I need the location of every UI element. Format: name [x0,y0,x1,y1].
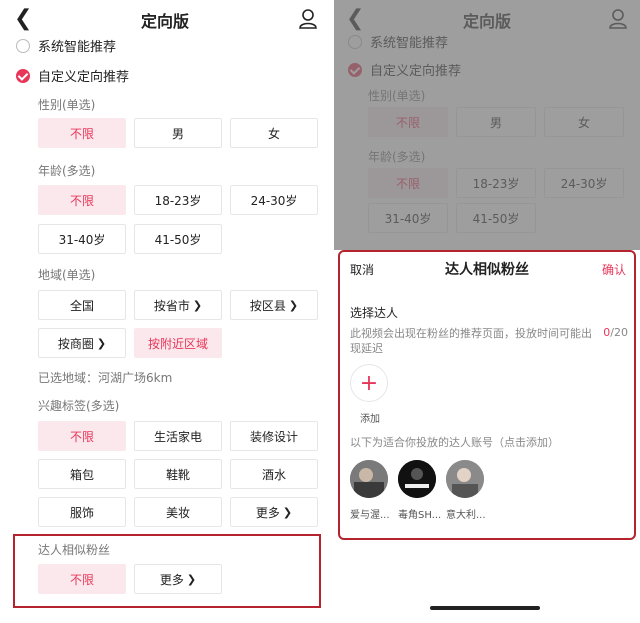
user-icon[interactable] [298,8,318,30]
similar-fans-option-any[interactable]: 不限 [38,564,126,594]
gender-section-label: 性别(单选) [38,98,96,112]
creator-name: 毒角SH... [398,510,442,521]
interest-option-more-label: 更多 [255,505,280,520]
gender-option-male[interactable]: 男 [134,118,222,148]
region-option-district[interactable]: 按区县 ❯ [230,290,318,320]
selected-count: 0/20 [603,326,628,339]
chevron-right-icon: ❯ [282,505,293,519]
custom-recommend-label: 自定义定向推荐 [38,70,130,85]
interest-section-label: 兴趣标签(多选) [38,399,120,413]
age-section-label: 年龄(多选) [38,164,96,178]
confirm-button[interactable]: 确认 [602,261,626,278]
interest-option-clothing[interactable]: 服饰 [38,497,126,527]
top-bar: ❮ 定向版 [0,0,330,38]
interest-option-shoes[interactable]: 鞋靴 [134,459,222,489]
targeting-screen: ❮ 定向版 系统智能推荐 自定义定向推荐 性别(单选) 不限 男 女 年龄(多选… [0,0,330,623]
gender-option-any[interactable]: 不限 [38,118,126,148]
creator-avatar[interactable] [446,460,484,498]
custom-recommend-option[interactable]: 自定义定向推荐 [16,66,129,85]
similar-fans-option-more-label: 更多 [159,572,184,587]
modal-backdrop[interactable] [334,0,640,250]
selected-region-note: 已选地域：河湖广场6km [38,371,173,385]
interest-option-liquor[interactable]: 酒水 [230,459,318,489]
chevron-right-icon: ❯ [192,298,203,312]
suggested-creators-heading: 以下为适合你投放的达人账号（点击添加） [350,436,559,449]
region-option-national[interactable]: 全国 [38,290,126,320]
interest-option-more[interactable]: 更多 ❯ [230,497,318,527]
radio-checked-icon [16,68,30,83]
sheet-description: 此视频会出现在粉丝的推荐页面，投放时间可能出现延迟 [350,327,592,355]
similar-fans-section-label: 达人相似粉丝 [38,543,111,557]
system-recommend-option[interactable]: 系统智能推荐 [16,36,116,55]
interest-option-beauty[interactable]: 美妆 [134,497,222,527]
age-option-31-40[interactable]: 31-40岁 [38,224,126,254]
system-recommend-label: 系统智能推荐 [38,40,117,55]
age-option-41-50[interactable]: 41-50岁 [134,224,222,254]
selected-count-max: /20 [610,326,628,339]
region-section-label: 地域(单选) [38,268,96,282]
age-option-18-23[interactable]: 18-23岁 [134,185,222,215]
age-option-any[interactable]: 不限 [38,185,126,215]
interest-option-any[interactable]: 不限 [38,421,126,451]
home-indicator [430,606,540,610]
region-option-business-label: 按商圈 [57,336,94,351]
interest-option-appliances[interactable]: 生活家电 [134,421,222,451]
region-option-nearby[interactable]: 按附近区域 [134,328,222,358]
sheet-title: 达人相似粉丝 [445,262,529,278]
chevron-right-icon: ❯ [96,336,107,350]
page-title: 定向版 [140,12,189,31]
creator-avatar-image [446,460,484,498]
region-option-province-label: 按省市 [153,298,190,313]
similar-fans-option-more[interactable]: 更多 ❯ [134,564,222,594]
interest-option-bags[interactable]: 箱包 [38,459,126,489]
region-option-province[interactable]: 按省市 ❯ [134,290,222,320]
select-creator-heading: 选择达人 [350,306,399,320]
creator-avatar-image [398,460,436,498]
add-creator-button[interactable]: + [350,364,388,402]
age-option-24-30[interactable]: 24-30岁 [230,185,318,215]
gender-option-female[interactable]: 女 [230,118,318,148]
region-option-business[interactable]: 按商圈 ❯ [38,328,126,358]
creator-name: 爱与渥... [350,510,390,521]
creator-name: 意大利... [446,510,486,521]
interest-option-decoration[interactable]: 装修设计 [230,421,318,451]
creator-avatar[interactable] [350,460,388,498]
chevron-right-icon: ❯ [186,572,197,586]
creator-avatar-image [350,460,388,498]
radio-unchecked-icon [16,38,30,53]
plus-icon: + [359,370,379,396]
creator-avatar[interactable] [398,460,436,498]
region-option-district-label: 按区县 [249,298,286,313]
add-creator-label: 添加 [360,414,380,425]
similar-fans-screen: ❮ 定向版 系统智能推荐 自定义定向推荐 性别(单选) 不限 男 女 年龄(多选… [334,0,640,623]
similar-fans-sheet: 取消 达人相似粉丝 确认 选择达人 此视频会出现在粉丝的推荐页面，投放时间可能出… [338,250,636,540]
chevron-right-icon: ❯ [288,298,299,312]
